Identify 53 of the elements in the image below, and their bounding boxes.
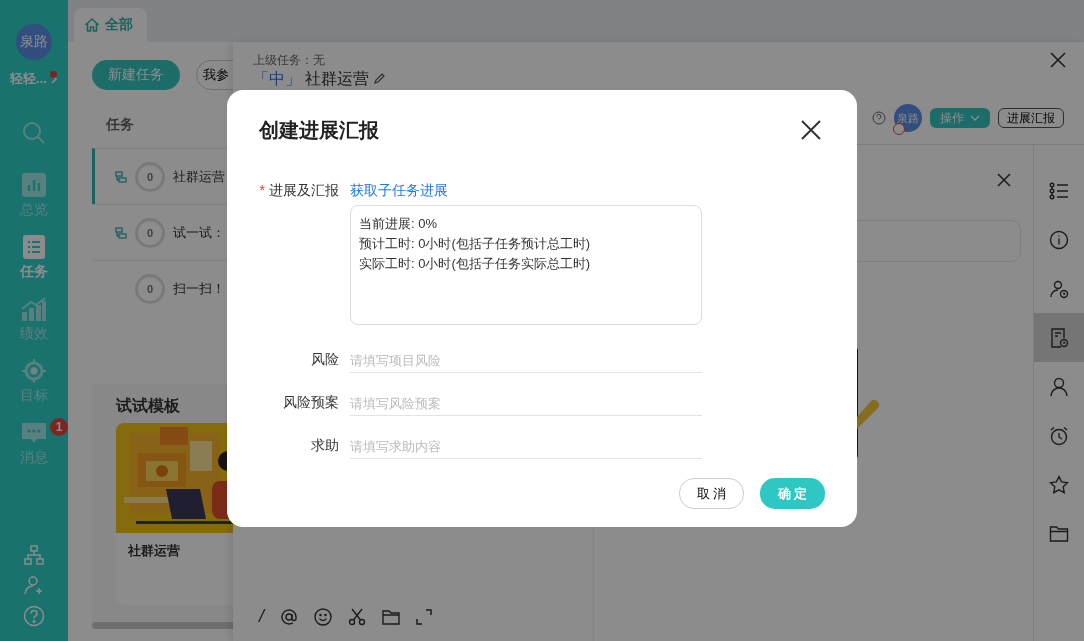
edit-icon[interactable] xyxy=(373,73,385,85)
close-icon[interactable] xyxy=(1050,52,1066,68)
close-icon[interactable] xyxy=(801,120,821,140)
mention-icon[interactable] xyxy=(280,607,298,626)
list-icon xyxy=(21,233,47,260)
expand-icon[interactable] xyxy=(416,608,432,625)
owner-avatar[interactable]: 泉路 xyxy=(894,104,922,132)
owner-badge-icon xyxy=(893,123,905,135)
task-title: 扫一扫！ xyxy=(173,279,225,298)
unread-badge: 1 xyxy=(50,418,68,436)
progress-ring: 0 xyxy=(135,217,165,248)
info-icon xyxy=(1049,229,1069,250)
list-icon xyxy=(1049,180,1069,201)
scissors-icon[interactable] xyxy=(348,607,366,626)
alarm-icon xyxy=(1049,425,1069,446)
cancel-button[interactable]: 取 消 xyxy=(679,478,744,509)
folder-icon xyxy=(1049,523,1069,544)
progress-ring: 0 xyxy=(135,161,165,192)
user-clock-icon xyxy=(1049,278,1069,299)
progress-textarea[interactable]: 当前进展: 0% 预计工时: 0小时(包括子任务预计总工时) 实际工时: 0小时(包括子任务实际总工时) xyxy=(350,205,702,325)
star-icon xyxy=(1049,474,1069,495)
user-avatar[interactable]: 泉路 xyxy=(16,24,52,60)
field-label: 进展及汇报 xyxy=(269,182,339,198)
task-title: 社群运营 xyxy=(305,70,369,88)
command-button[interactable]: / xyxy=(259,606,264,627)
column-header: 任务 xyxy=(104,115,134,134)
emoji-icon[interactable] xyxy=(314,607,332,626)
progress-ring: 0 xyxy=(135,273,165,304)
close-icon[interactable] xyxy=(997,173,1011,187)
nav-item[interactable]: 任务 xyxy=(20,226,48,288)
dialog-title: 创建进展汇报 xyxy=(259,117,379,143)
user-icon xyxy=(1049,376,1069,397)
actions-button[interactable]: 操作 xyxy=(930,108,990,128)
fetch-subtask-progress-link[interactable]: 获取子任务进展 xyxy=(350,182,702,200)
help-icon[interactable] xyxy=(872,111,886,125)
tab[interactable]: 全部 xyxy=(74,8,147,42)
report-icon xyxy=(1049,327,1069,348)
folder-icon[interactable] xyxy=(382,608,400,625)
field-label: 风险 xyxy=(311,351,339,367)
caret-icon xyxy=(970,115,980,121)
user-name[interactable]: 轻轻... xyxy=(10,70,47,88)
field-label: 风险预案 xyxy=(283,394,339,410)
template-name: 社群运营 xyxy=(127,542,181,560)
report-tab[interactable] xyxy=(1034,313,1084,362)
task-title: 试一试： xyxy=(173,223,225,242)
required-mark: * xyxy=(259,182,265,198)
confirm-button[interactable]: 确 定 xyxy=(760,478,825,509)
task-title: 社群运营 xyxy=(173,167,225,186)
new-task-button[interactable]: 新建任务 xyxy=(92,60,180,90)
progress-report-button[interactable]: 进展汇报 xyxy=(998,108,1064,128)
section-title: 试试模板 xyxy=(116,396,180,416)
home-icon xyxy=(84,17,100,33)
field-label: 求助 xyxy=(311,437,339,453)
